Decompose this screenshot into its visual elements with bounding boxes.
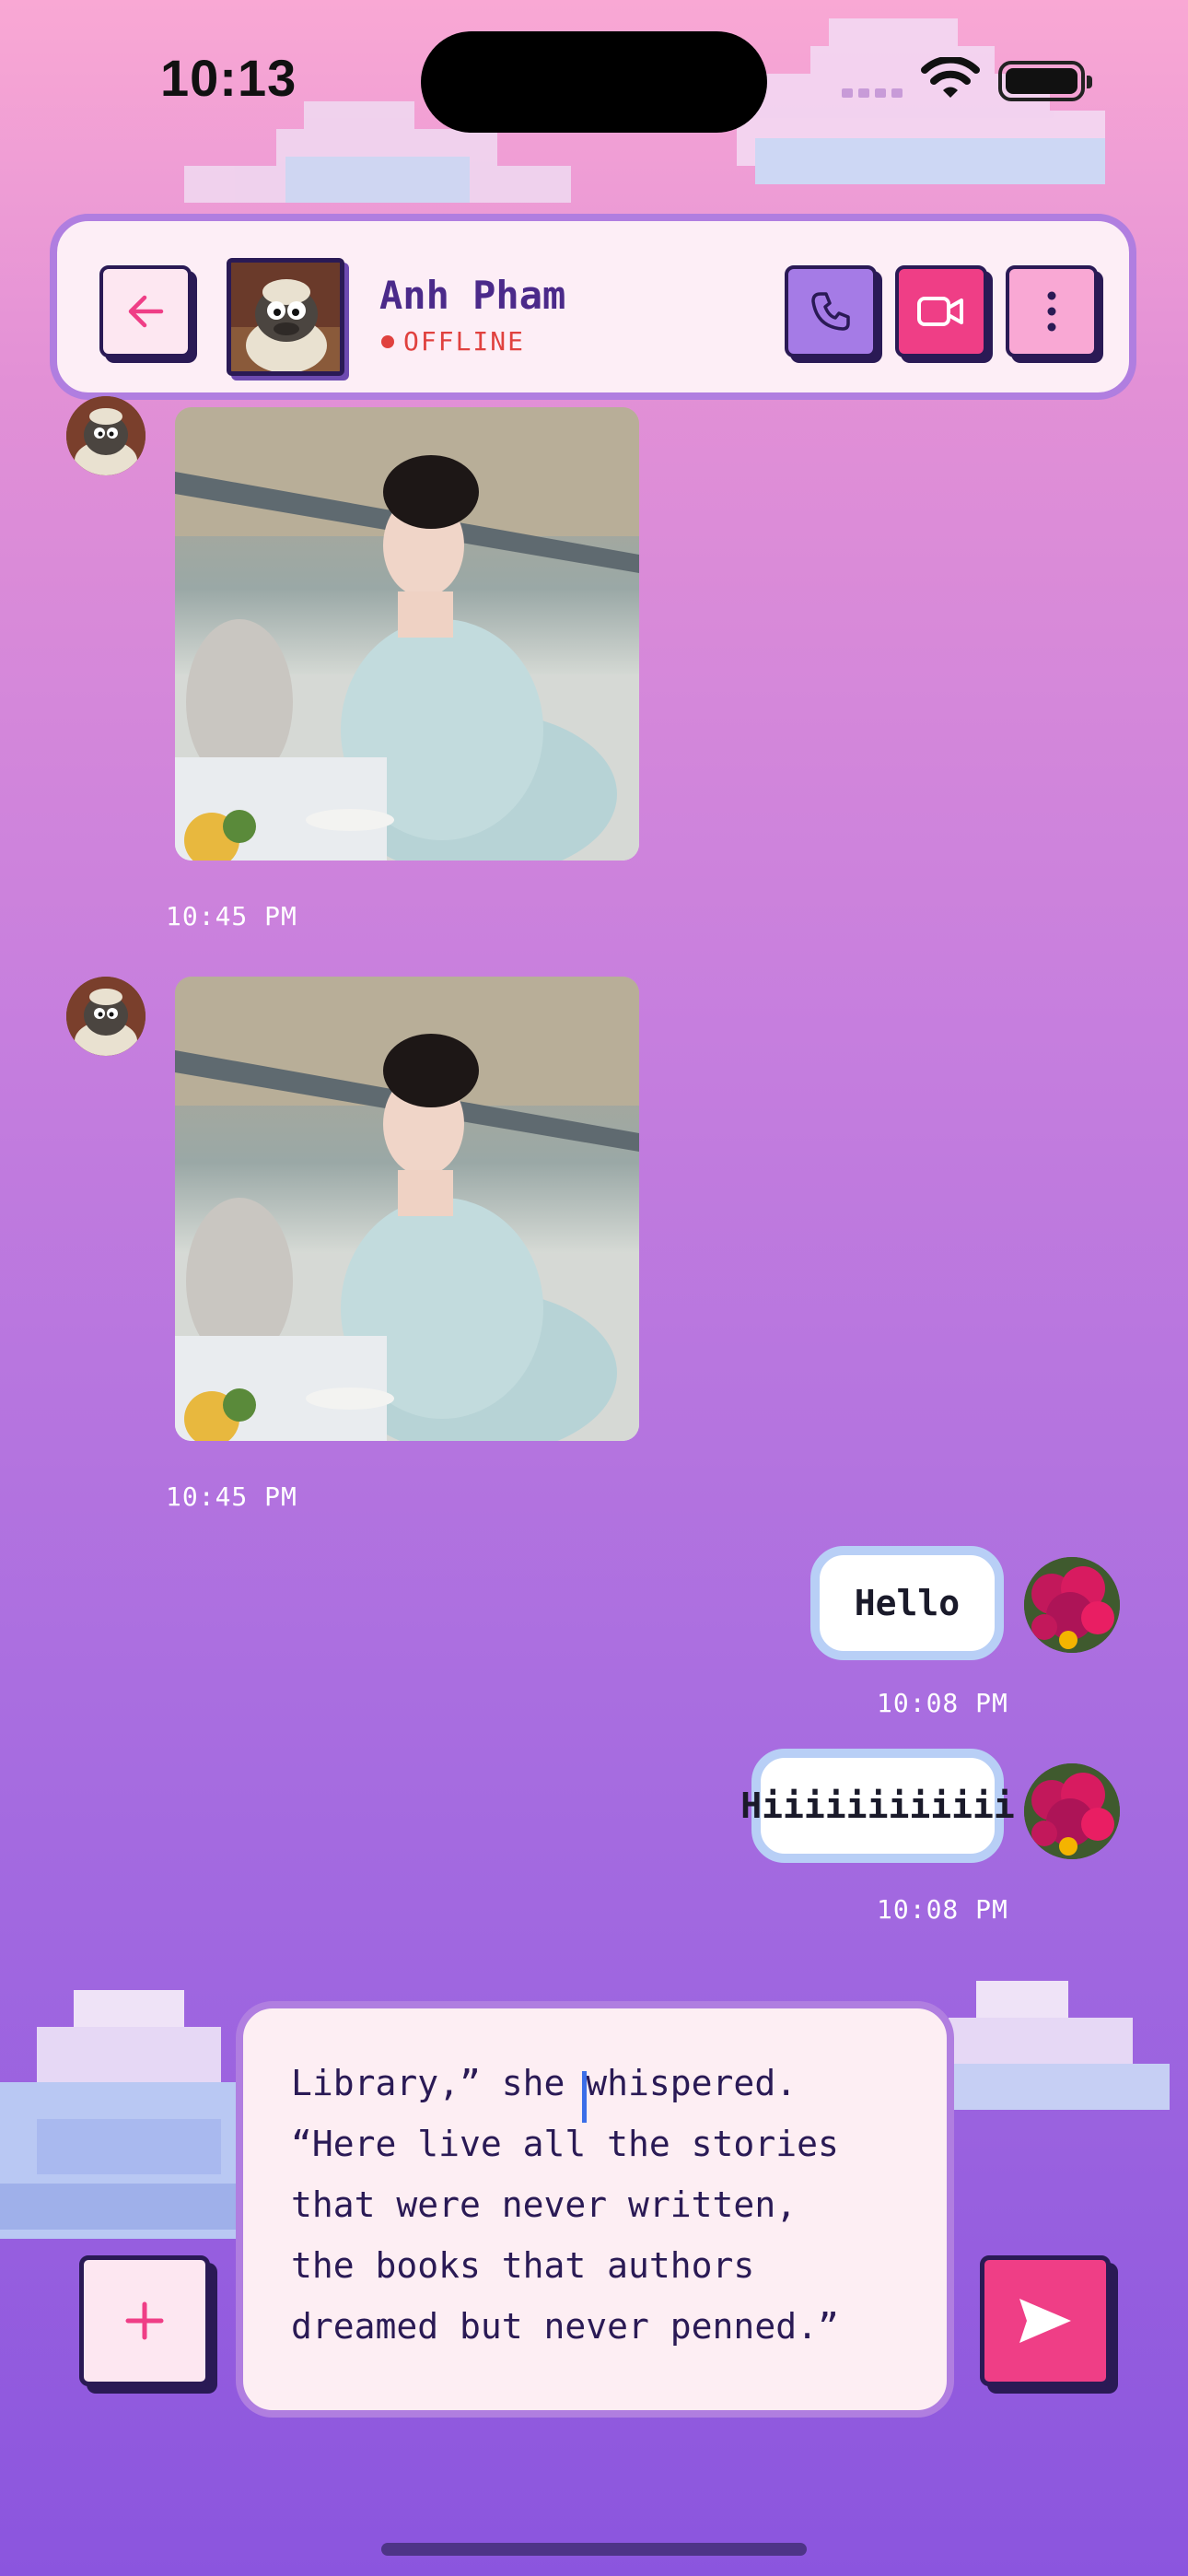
my-avatar[interactable]	[1024, 1557, 1120, 1653]
message-text: Hello	[854, 1583, 961, 1623]
dynamic-island	[421, 31, 767, 133]
send-button[interactable]	[980, 2255, 1111, 2386]
send-icon	[1019, 2299, 1071, 2343]
status-label: OFFLINE	[403, 326, 526, 357]
text-cursor	[582, 2071, 587, 2123]
cloud-decoration-bottom-left	[0, 1990, 249, 2239]
message-timestamp: 10:45 PM	[166, 1481, 297, 1512]
more-options-button[interactable]	[1006, 265, 1098, 357]
sent-message-bubble[interactable]: Hello	[810, 1546, 1004, 1660]
voice-call-button[interactable]	[785, 265, 877, 357]
home-indicator	[381, 2543, 807, 2556]
add-attachment-button[interactable]	[79, 2255, 210, 2386]
message-timestamp: 10:08 PM	[877, 1688, 1008, 1718]
contact-name: Anh Pham	[379, 273, 566, 318]
video-call-button[interactable]	[895, 265, 987, 357]
sender-avatar[interactable]	[66, 977, 146, 1056]
cloud-decoration-bottom-right	[949, 1981, 1170, 2110]
message-timestamp: 10:08 PM	[877, 1894, 1008, 1925]
phone-icon	[811, 292, 850, 331]
status-time: 10:13	[160, 49, 297, 107]
wifi-icon	[921, 57, 980, 98]
contact-avatar[interactable]	[227, 258, 344, 376]
my-avatar[interactable]	[1024, 1763, 1120, 1859]
message-text: Hiiiiiiiiiiii	[740, 1786, 1015, 1826]
arrow-left-icon	[128, 295, 164, 328]
status-bar: 10:13	[0, 0, 1188, 157]
plus-icon	[125, 2301, 164, 2340]
message-input-text[interactable]: Library,” she whispered. “Here live all …	[291, 2053, 936, 2357]
sent-message-bubble[interactable]: Hiiiiiiiiiiii	[740, 1749, 1015, 1863]
received-image[interactable]	[175, 407, 639, 861]
back-button[interactable]	[99, 265, 192, 357]
message-timestamp: 10:45 PM	[166, 901, 297, 931]
sheep-avatar-image	[231, 263, 340, 371]
sender-avatar[interactable]	[66, 396, 146, 475]
woman-portrait-image	[175, 977, 639, 1441]
presence-status: OFFLINE	[381, 326, 525, 357]
video-camera-icon	[917, 297, 963, 326]
signal-icon	[842, 88, 903, 98]
more-vertical-icon	[1047, 291, 1056, 332]
battery-icon	[998, 61, 1092, 101]
chat-header: Anh Pham OFFLINE	[50, 214, 1136, 400]
message-input[interactable]: Library,” she whispered. “Here live all …	[236, 2001, 954, 2418]
offline-dot-icon	[381, 334, 394, 348]
received-image[interactable]	[175, 977, 639, 1441]
woman-portrait-image	[175, 407, 639, 861]
